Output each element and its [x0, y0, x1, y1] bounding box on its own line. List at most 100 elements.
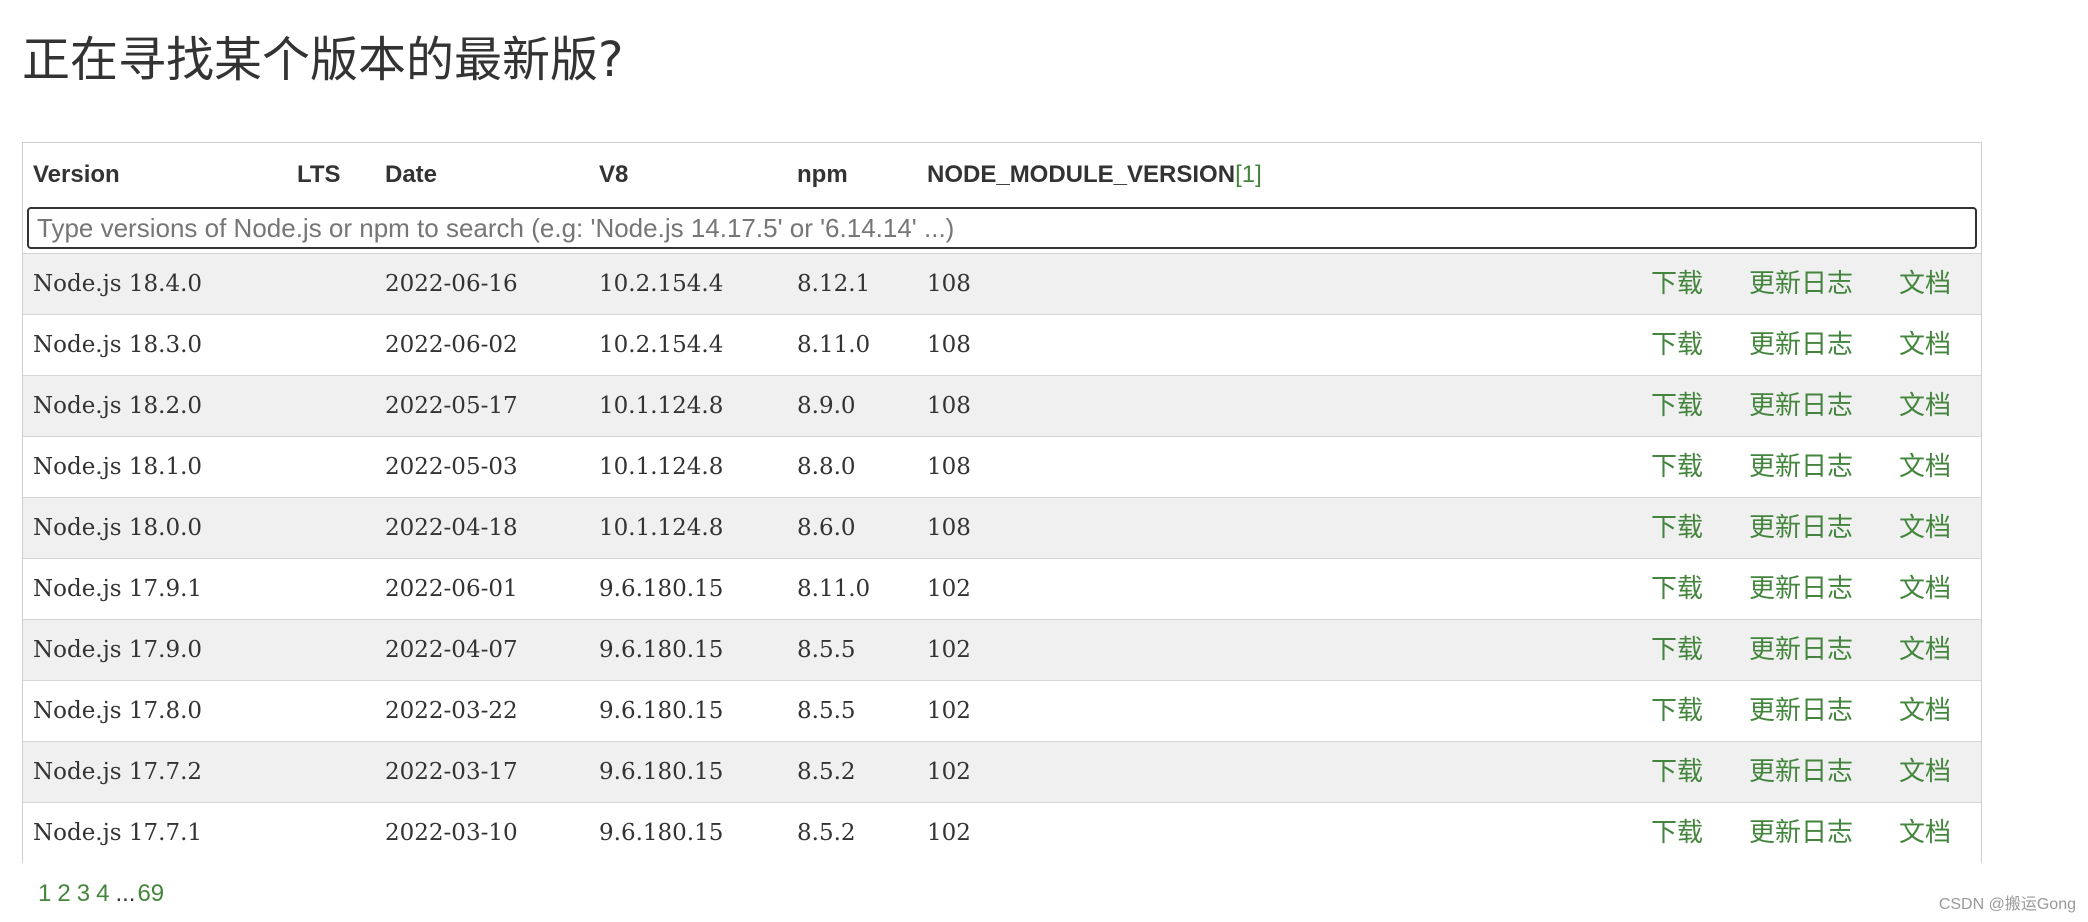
table-row: Node.js 18.3.0 2022-06-02 10.2.154.4 8.11.0…	[23, 314, 1981, 375]
cell-version: Node.js 17.7.2	[33, 759, 203, 785]
header-npm: npm	[797, 161, 848, 188]
cell-v8: 10.2.154.4	[599, 271, 724, 297]
cell-v8: 10.1.124.8	[599, 454, 724, 480]
download-link[interactable]: 下载	[1651, 376, 1703, 436]
cell-v8: 10.1.124.8	[599, 515, 724, 541]
docs-link[interactable]: 文档	[1899, 315, 1951, 375]
cell-npm: 8.8.0	[797, 454, 856, 480]
table-row: Node.js 18.4.0 2022-06-16 10.2.154.4 8.12.1…	[23, 253, 1981, 314]
download-link[interactable]: 下载	[1651, 803, 1703, 863]
watermark: CSDN @搬运Gong	[1938, 896, 2076, 913]
download-link[interactable]: 下载	[1651, 498, 1703, 558]
table-row: Node.js 18.0.0 2022-04-18 10.1.124.8 8.6.0 1…	[23, 497, 1981, 558]
cell-date: 2022-03-22	[385, 698, 518, 724]
docs-link[interactable]: 文档	[1899, 498, 1951, 558]
download-link[interactable]: 下载	[1651, 437, 1703, 497]
pagination: 1 2 3 4 ...69	[38, 876, 170, 912]
cell-version: Node.js 18.0.0	[33, 515, 203, 541]
cell-v8: 9.6.180.15	[599, 637, 724, 663]
footnote-ref-link[interactable]: [1]	[1235, 161, 1262, 188]
header-node-module-version: NODE_MODULE_VERSION[1]	[927, 143, 1262, 207]
changelog-link[interactable]: 更新日志	[1749, 498, 1853, 558]
docs-link[interactable]: 文档	[1899, 681, 1951, 741]
header-date: Date	[385, 161, 438, 188]
cell-version: Node.js 18.1.0	[33, 454, 203, 480]
version-search-box	[27, 207, 1977, 249]
docs-link[interactable]: 文档	[1899, 742, 1951, 802]
download-link[interactable]: 下载	[1651, 742, 1703, 802]
cell-v8: 9.6.180.15	[599, 698, 724, 724]
download-link[interactable]: 下载	[1651, 681, 1703, 741]
docs-link[interactable]: 文档	[1899, 437, 1951, 497]
changelog-link[interactable]: 更新日志	[1749, 742, 1853, 802]
cell-npm: 8.5.5	[797, 698, 856, 724]
table-row: Node.js 17.8.0 2022-03-22 9.6.180.15 8.5.5 1…	[23, 680, 1981, 741]
cell-v8: 9.6.180.15	[599, 759, 724, 785]
changelog-link[interactable]: 更新日志	[1749, 376, 1853, 436]
download-link[interactable]: 下载	[1651, 254, 1703, 314]
docs-link[interactable]: 文档	[1899, 559, 1951, 619]
download-link[interactable]: 下载	[1651, 315, 1703, 375]
cell-v8: 10.1.124.8	[599, 393, 724, 419]
cell-node-module-version: 108	[927, 271, 971, 297]
cell-npm: 8.12.1	[797, 271, 871, 297]
cell-date: 2022-03-17	[385, 759, 518, 785]
cell-date: 2022-04-18	[385, 515, 518, 541]
table-row: Node.js 17.9.0 2022-04-07 9.6.180.15 8.5.5 1…	[23, 619, 1981, 680]
page-link-last[interactable]: 69	[137, 880, 164, 907]
cell-date: 2022-05-03	[385, 454, 518, 480]
page-link-1[interactable]: 1	[38, 880, 51, 907]
header-lts: LTS	[297, 161, 341, 188]
cell-v8: 10.2.154.4	[599, 332, 724, 358]
table-row: Node.js 17.7.1 2022-03-10 9.6.180.15 8.5.2 1…	[23, 802, 1981, 863]
page-link-2[interactable]: 2	[57, 880, 70, 907]
cell-node-module-version: 102	[927, 637, 971, 663]
cell-node-module-version: 102	[927, 759, 971, 785]
version-search-input[interactable]	[29, 209, 1975, 247]
cell-v8: 9.6.180.15	[599, 576, 724, 602]
cell-npm: 8.6.0	[797, 515, 856, 541]
changelog-link[interactable]: 更新日志	[1749, 315, 1853, 375]
cell-version: Node.js 17.9.1	[33, 576, 203, 602]
cell-version: Node.js 17.8.0	[33, 698, 203, 724]
cell-npm: 8.9.0	[797, 393, 856, 419]
download-link[interactable]: 下载	[1651, 559, 1703, 619]
cell-node-module-version: 108	[927, 332, 971, 358]
page-link-3[interactable]: 3	[77, 880, 90, 907]
cell-node-module-version: 102	[927, 576, 971, 602]
docs-link[interactable]: 文档	[1899, 376, 1951, 436]
cell-date: 2022-06-01	[385, 576, 518, 602]
table-header-row: Version LTS Date V8 npm NODE_MODULE_VERS…	[23, 143, 1981, 207]
changelog-link[interactable]: 更新日志	[1749, 559, 1853, 619]
cell-version: Node.js 17.9.0	[33, 637, 203, 663]
versions-table: Version LTS Date V8 npm NODE_MODULE_VERS…	[22, 142, 1982, 863]
cell-date: 2022-06-16	[385, 271, 518, 297]
cell-npm: 8.11.0	[797, 332, 871, 358]
changelog-link[interactable]: 更新日志	[1749, 620, 1853, 680]
pagination-ellipsis: ...	[115, 880, 136, 907]
download-link[interactable]: 下载	[1651, 620, 1703, 680]
docs-link[interactable]: 文档	[1899, 254, 1951, 314]
changelog-link[interactable]: 更新日志	[1749, 254, 1853, 314]
header-node-module-version-label: NODE_MODULE_VERSION	[927, 161, 1236, 188]
page-title: 正在寻找某个版本的最新版?	[22, 32, 624, 88]
cell-date: 2022-04-07	[385, 637, 518, 663]
docs-link[interactable]: 文档	[1899, 620, 1951, 680]
cell-date: 2022-05-17	[385, 393, 518, 419]
header-v8: V8	[599, 161, 629, 188]
cell-npm: 8.11.0	[797, 576, 871, 602]
cell-node-module-version: 102	[927, 820, 971, 846]
page-link-4[interactable]: 4	[96, 880, 109, 907]
table-row: Node.js 18.1.0 2022-05-03 10.1.124.8 8.8.0 1…	[23, 436, 1981, 497]
cell-date: 2022-06-02	[385, 332, 518, 358]
table-row: Node.js 17.9.1 2022-06-01 9.6.180.15 8.11.0…	[23, 558, 1981, 619]
cell-date: 2022-03-10	[385, 820, 518, 846]
cell-version: Node.js 17.7.1	[33, 820, 203, 846]
changelog-link[interactable]: 更新日志	[1749, 437, 1853, 497]
cell-node-module-version: 102	[927, 698, 971, 724]
table-row: Node.js 17.7.2 2022-03-17 9.6.180.15 8.5.2 1…	[23, 741, 1981, 802]
changelog-link[interactable]: 更新日志	[1749, 803, 1853, 863]
docs-link[interactable]: 文档	[1899, 803, 1951, 863]
cell-node-module-version: 108	[927, 454, 971, 480]
changelog-link[interactable]: 更新日志	[1749, 681, 1853, 741]
